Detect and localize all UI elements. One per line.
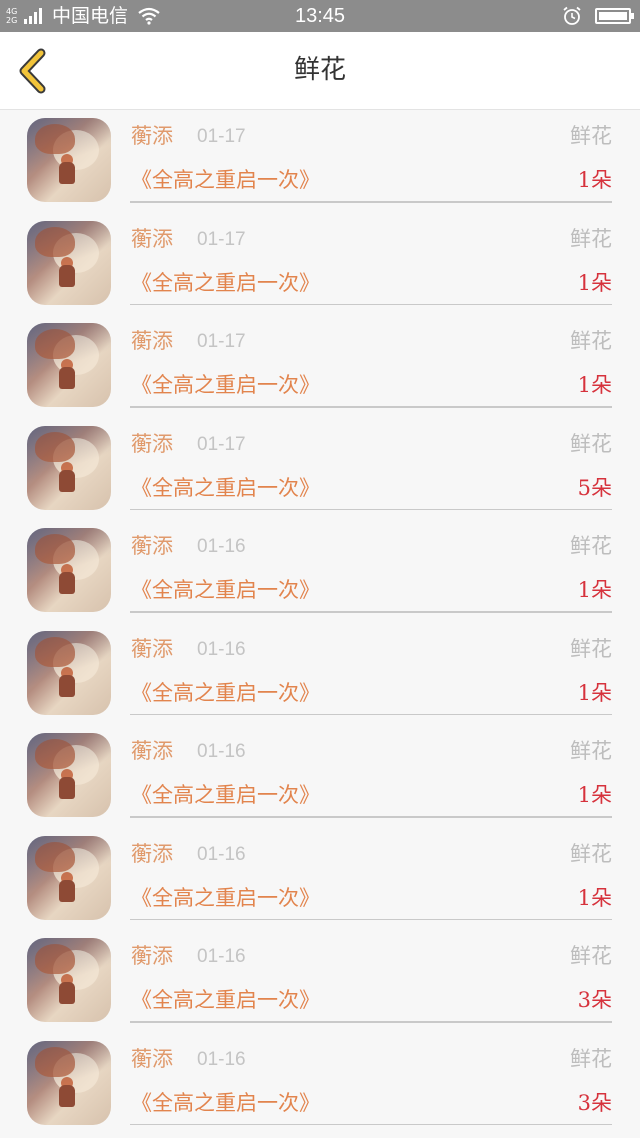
divider (130, 303, 612, 305)
record-date: 01-16 (197, 946, 246, 967)
list-item[interactable]: 蘅添 01-17 鲜花 《全高之重启一次》 1朵 (0, 110, 640, 213)
divider (130, 816, 612, 818)
book-title-link[interactable]: 《全高之重启一次》 (131, 371, 320, 399)
list-item[interactable]: 蘅添 01-17 鲜花 《全高之重启一次》 1朵 (0, 213, 640, 316)
avatar[interactable] (27, 733, 111, 817)
list-item[interactable]: 蘅添 01-16 鲜花 《全高之重启一次》 3朵 (0, 1033, 640, 1136)
flower-count: 1朵 (577, 168, 612, 192)
gift-type: 鲜花 (570, 329, 612, 353)
page-title: 鲜花 (293, 55, 346, 85)
record-date: 01-17 (197, 331, 246, 352)
divider (130, 201, 612, 203)
book-title-link[interactable]: 《全高之重启一次》 (131, 1089, 320, 1117)
flower-record-list: 蘅添 01-17 鲜花 《全高之重启一次》 1朵 蘅添 01-17 鲜花 《全高… (0, 110, 640, 1135)
gift-type: 鲜花 (570, 739, 612, 763)
avatar[interactable] (27, 1040, 111, 1125)
username[interactable]: 蘅添 (131, 225, 173, 253)
record-date: 01-16 (197, 741, 246, 762)
book-title-link[interactable]: 《全高之重启一次》 (131, 986, 320, 1014)
flower-count: 1朵 (577, 680, 612, 705)
avatar[interactable] (27, 630, 111, 715)
avatar[interactable] (27, 118, 111, 202)
username[interactable]: 蘅添 (131, 327, 173, 355)
book-title-link[interactable]: 《全高之重启一次》 (131, 166, 320, 194)
list-item[interactable]: 蘅添 01-16 鲜花 《全高之重启一次》 1朵 (0, 828, 640, 931)
flower-count: 5朵 (577, 475, 612, 500)
avatar[interactable] (27, 425, 111, 510)
list-item[interactable]: 蘅添 01-16 鲜花 《全高之重启一次》 1朵 (0, 623, 640, 726)
gift-type: 鲜花 (570, 534, 612, 558)
divider (130, 406, 612, 408)
flower-count: 1朵 (577, 783, 612, 807)
avatar[interactable] (27, 835, 111, 920)
avatar[interactable] (27, 528, 111, 612)
flower-count: 1朵 (577, 373, 612, 397)
username[interactable]: 蘅添 (131, 840, 173, 868)
username[interactable]: 蘅添 (131, 942, 173, 970)
flower-count: 3朵 (577, 1090, 612, 1115)
divider (130, 508, 612, 510)
flower-count: 1朵 (577, 885, 612, 910)
status-bar: 4G 2G 中国电信 13:45 (0, 0, 640, 32)
list-item[interactable]: 蘅添 01-16 鲜花 《全高之重启一次》 3朵 (0, 930, 640, 1033)
avatar[interactable] (27, 938, 111, 1022)
username[interactable]: 蘅添 (131, 1045, 173, 1073)
gift-type: 鲜花 (570, 841, 612, 866)
divider (130, 611, 612, 613)
book-title-link[interactable]: 《全高之重启一次》 (131, 884, 320, 912)
book-title-link[interactable]: 《全高之重启一次》 (131, 269, 320, 297)
avatar[interactable] (27, 323, 111, 407)
gift-type: 鲜花 (570, 1046, 612, 1071)
record-date: 01-17 (197, 126, 246, 147)
record-date: 01-16 (197, 638, 246, 660)
divider (130, 918, 612, 920)
nav-bar: 鲜花 (0, 32, 640, 110)
record-date: 01-17 (197, 433, 246, 455)
list-item[interactable]: 蘅添 01-17 鲜花 《全高之重启一次》 1朵 (0, 315, 640, 418)
divider (130, 1123, 612, 1125)
record-date: 01-16 (197, 536, 246, 557)
username[interactable]: 蘅添 (131, 430, 173, 458)
flower-count: 3朵 (577, 988, 612, 1012)
flower-count: 1朵 (577, 270, 612, 295)
username[interactable]: 蘅添 (131, 737, 173, 765)
list-item[interactable]: 蘅添 01-16 鲜花 《全高之重启一次》 1朵 (0, 520, 640, 623)
username[interactable]: 蘅添 (131, 532, 173, 560)
divider (130, 1021, 612, 1023)
book-title-link[interactable]: 《全高之重启一次》 (131, 474, 320, 502)
gift-type: 鲜花 (570, 226, 612, 251)
divider (130, 713, 612, 715)
record-date: 01-17 (197, 228, 246, 250)
list-item[interactable]: 蘅添 01-16 鲜花 《全高之重启一次》 1朵 (0, 725, 640, 828)
alarm-icon (563, 6, 581, 25)
gift-type: 鲜花 (570, 431, 612, 456)
battery-icon (595, 8, 634, 24)
username[interactable]: 蘅添 (131, 122, 173, 150)
gift-type: 鲜花 (570, 636, 612, 661)
avatar[interactable] (27, 220, 111, 305)
book-title-link[interactable]: 《全高之重启一次》 (131, 679, 320, 707)
book-title-link[interactable]: 《全高之重启一次》 (131, 576, 320, 604)
gift-type: 鲜花 (570, 124, 612, 148)
gift-type: 鲜花 (570, 944, 612, 968)
book-title-link[interactable]: 《全高之重启一次》 (131, 781, 320, 809)
username[interactable]: 蘅添 (131, 635, 173, 663)
record-date: 01-16 (197, 843, 246, 865)
flower-count: 1朵 (577, 578, 612, 602)
list-item[interactable]: 蘅添 01-17 鲜花 《全高之重启一次》 5朵 (0, 418, 640, 521)
clock: 13:45 (294, 5, 346, 27)
record-date: 01-16 (197, 1048, 246, 1070)
